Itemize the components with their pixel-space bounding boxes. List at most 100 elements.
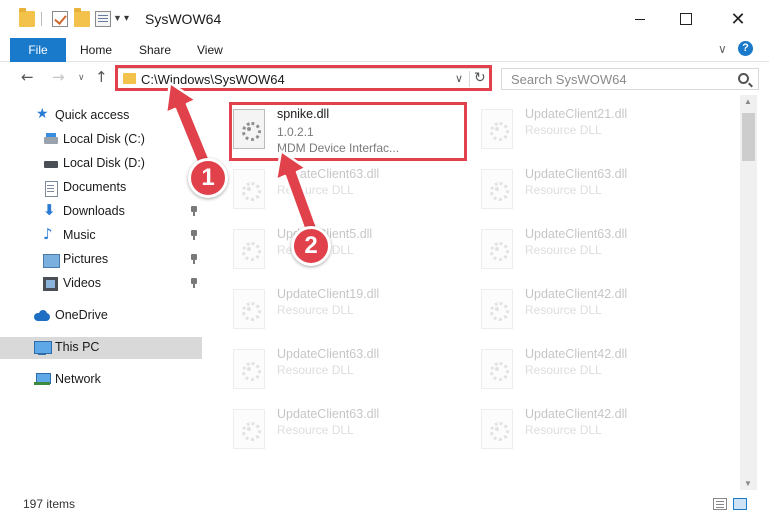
sidebar-item-label: Videos — [63, 276, 101, 290]
sidebar-item-label: Downloads — [63, 204, 125, 218]
computer-icon — [34, 341, 52, 355]
sidebar-item-label: Quick access — [55, 108, 130, 122]
new-folder-icon[interactable] — [74, 8, 90, 27]
address-bar[interactable]: C:\Windows\SysWOW64 ∨ ↻ — [117, 68, 491, 90]
search-input[interactable]: Search SysWOW64 — [501, 68, 759, 90]
vertical-scrollbar[interactable]: ▲ ▼ — [740, 95, 757, 490]
properties-check-icon[interactable] — [52, 11, 68, 27]
file-item[interactable]: UpdateClient63.dll Resource DLL — [481, 227, 711, 279]
sidebar-item-videos[interactable]: Videos — [0, 273, 202, 295]
folder-icon — [123, 73, 136, 84]
sidebar-item-label: Pictures — [63, 252, 109, 266]
properties-icon[interactable] — [95, 11, 111, 27]
sidebar-item-label: Documents — [63, 180, 127, 194]
network-icon — [34, 373, 51, 387]
chevron-down-icon[interactable]: ∨ — [455, 72, 463, 85]
drive-icon — [43, 157, 59, 171]
step-badge-1: 1 — [188, 158, 228, 198]
item-count: 197 items — [23, 497, 76, 511]
close-button[interactable]: ✕ — [715, 0, 761, 38]
sidebar-item-quick-access[interactable]: ★ Quick access — [0, 105, 202, 127]
tab-share[interactable]: Share — [139, 38, 171, 62]
sidebar-item-label: Network — [55, 372, 101, 386]
address-path[interactable]: C:\Windows\SysWOW64 — [141, 72, 285, 87]
file-name: UpdateClient63.dll — [277, 347, 380, 361]
dll-file-icon — [481, 349, 513, 389]
dll-file-icon — [481, 289, 513, 329]
pin-icon[interactable] — [190, 254, 198, 264]
minimize-button[interactable] — [617, 0, 663, 38]
scroll-down-icon[interactable]: ▼ — [744, 479, 752, 488]
sidebar-item-network[interactable]: Network — [0, 369, 202, 391]
chevron-down-icon[interactable]: ▼ — [113, 13, 122, 23]
file-item[interactable]: UpdateClient63.dll Resource DLL — [233, 167, 463, 219]
navigation-pane: ★ Quick access Local Disk (C:) Local Dis… — [0, 95, 205, 490]
file-type: Resource DLL — [525, 363, 602, 377]
sidebar-item-label: This PC — [55, 340, 100, 354]
details-view-icon[interactable] — [713, 498, 727, 510]
tab-home[interactable]: Home — [80, 38, 112, 62]
help-icon[interactable]: ? — [738, 41, 753, 56]
sidebar-item-downloads[interactable]: ⬇ Downloads — [0, 201, 202, 223]
tab-view[interactable]: View — [197, 38, 223, 62]
search-placeholder: Search SysWOW64 — [511, 72, 627, 87]
file-name: UpdateClient42.dll — [525, 347, 628, 361]
refresh-icon[interactable]: ↻ — [474, 70, 486, 86]
file-item[interactable]: UpdateClient42.dll Resource DLL — [481, 407, 711, 459]
expand-ribbon-icon[interactable]: ∨ — [718, 42, 727, 56]
file-item[interactable]: UpdateClient42.dll Resource DLL — [481, 287, 711, 339]
dll-file-icon — [233, 409, 265, 449]
sidebar-item-label: OneDrive — [55, 308, 108, 322]
sidebar-item-local-disk-d[interactable]: Local Disk (D:) — [0, 153, 202, 175]
film-icon — [43, 277, 59, 291]
file-item[interactable]: UpdateClient5.dll Resource DLL — [233, 227, 463, 279]
dll-file-icon — [233, 289, 265, 329]
file-description: MDM Device Interfac... — [277, 141, 400, 155]
sidebar-item-local-disk-c[interactable]: Local Disk (C:) — [0, 129, 202, 151]
file-item-highlighted[interactable]: spnike.dll 1.0.2.1 MDM Device Interfac..… — [233, 107, 463, 159]
file-item[interactable]: UpdateClient63.dll Resource DLL — [233, 407, 463, 459]
file-type: Resource DLL — [277, 183, 354, 197]
sidebar-item-pictures[interactable]: Pictures — [0, 249, 202, 271]
back-arrow-icon[interactable]: ← — [21, 68, 34, 86]
search-icon[interactable] — [738, 73, 749, 84]
maximize-button[interactable] — [663, 0, 709, 38]
file-name: UpdateClient21.dll — [525, 107, 628, 121]
window-title: SysWOW64 — [145, 11, 222, 27]
forward-arrow-icon[interactable]: → — [52, 68, 65, 86]
file-name: UpdateClient63.dll — [277, 407, 380, 421]
pin-icon[interactable] — [190, 278, 198, 288]
sidebar-item-onedrive[interactable]: OneDrive — [0, 305, 202, 327]
music-note-icon: ♪ — [43, 225, 53, 243]
scroll-up-icon[interactable]: ▲ — [744, 97, 752, 106]
dll-file-icon — [233, 349, 265, 389]
file-type: Resource DLL — [277, 363, 354, 377]
scroll-thumb[interactable] — [742, 113, 755, 161]
tiles-view-icon[interactable] — [733, 498, 747, 510]
file-item[interactable]: UpdateClient42.dll Resource DLL — [481, 347, 711, 399]
sidebar-item-label: Music — [63, 228, 96, 242]
pin-icon[interactable] — [190, 230, 198, 240]
file-name: UpdateClient19.dll — [277, 287, 380, 301]
sidebar-item-this-pc[interactable]: This PC — [0, 337, 202, 359]
dll-file-icon — [481, 229, 513, 269]
download-arrow-icon: ⬇ — [43, 201, 56, 219]
star-icon: ★ — [36, 106, 49, 122]
file-item[interactable]: UpdateClient63.dll Resource DLL — [233, 347, 463, 399]
file-version: 1.0.2.1 — [277, 125, 314, 139]
recent-locations-icon[interactable]: ∨ — [78, 72, 85, 83]
pin-icon[interactable] — [190, 206, 198, 216]
file-name: UpdateClient63.dll — [277, 167, 380, 181]
file-type: Resource DLL — [525, 123, 602, 137]
sidebar-item-documents[interactable]: Documents — [0, 177, 202, 199]
customize-toolbar-icon[interactable]: ▾ — [124, 13, 129, 24]
file-item[interactable]: UpdateClient19.dll Resource DLL — [233, 287, 463, 339]
up-arrow-icon[interactable]: ↑ — [95, 68, 108, 86]
tab-file[interactable]: File — [10, 38, 66, 62]
step-badge-2: 2 — [291, 226, 331, 266]
file-item[interactable]: UpdateClient21.dll Resource DLL — [481, 107, 711, 159]
picture-icon — [43, 253, 60, 268]
sidebar-item-music[interactable]: ♪ Music — [0, 225, 202, 247]
file-item[interactable]: UpdateClient63.dll Resource DLL — [481, 167, 711, 219]
file-type: Resource DLL — [277, 423, 354, 437]
